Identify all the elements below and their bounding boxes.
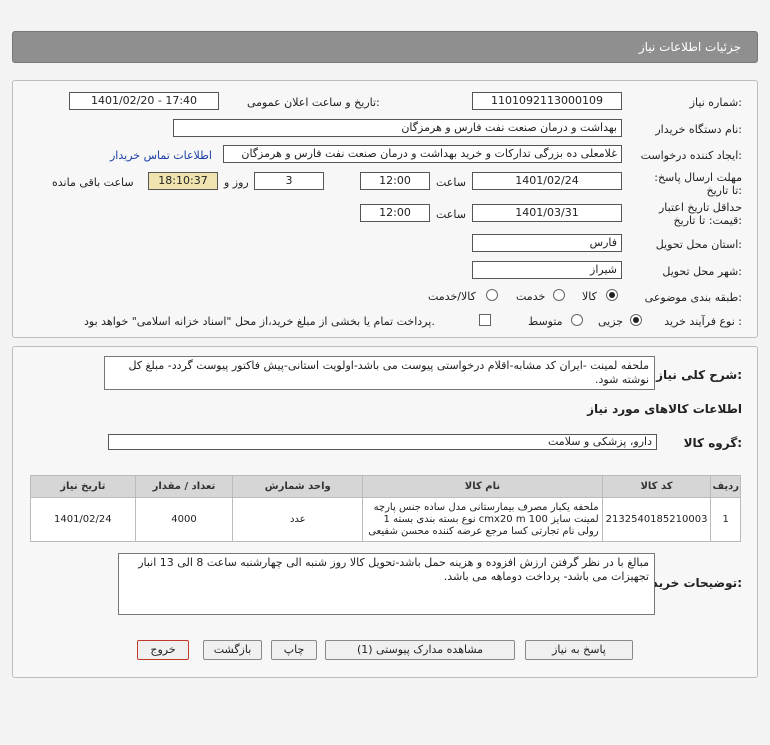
reply-time-field: 12:00 — [360, 172, 430, 190]
category-radio-service[interactable] — [553, 289, 565, 301]
col-unit: واحد شمارش — [232, 475, 364, 498]
province-label: استان محل تحویل: — [655, 238, 742, 251]
cell-code: 2132540185210003 — [601, 497, 712, 542]
validity-time-field: 12:00 — [360, 204, 430, 222]
need-number-field: 1101092113000109 — [472, 92, 622, 110]
summary-label: شرح کلی نیاز: — [656, 368, 742, 382]
goods-group-field: دارو، پزشکی و سلامت — [108, 434, 657, 450]
back-button[interactable]: بازگشت — [203, 640, 262, 660]
city-field: شیراز — [472, 261, 622, 279]
creator-label: ایجاد کننده درخواست: — [640, 149, 742, 162]
cell-row: 1 — [710, 497, 741, 542]
summary-text: ملحفه لمینت -ایران کد مشابه-اقلام درخواس… — [104, 356, 655, 390]
exit-button[interactable]: خروج — [137, 640, 189, 660]
goods-group-label: گروه کالا: — [683, 436, 742, 450]
category-radio-goods-service[interactable] — [486, 289, 498, 301]
cell-unit: عدد — [232, 497, 364, 542]
col-date: تاریخ نیاز — [30, 475, 136, 498]
category-label: طبقه بندی موضوعی: — [644, 291, 742, 304]
reply-time-label: ساعت — [436, 176, 466, 189]
category-option-goods: کالا — [582, 290, 597, 303]
announce-label: تاریخ و ساعت اعلان عمومی: — [247, 96, 380, 109]
city-label: شهر محل تحویل: — [662, 265, 742, 278]
days-label: روز و — [224, 176, 249, 189]
print-button[interactable]: چاپ — [271, 640, 317, 660]
cell-qty: 4000 — [134, 497, 234, 542]
remaining-label: ساعت باقی مانده — [52, 176, 134, 189]
buyer-org-field: بهداشت و درمان صنعت نفت فارس و هرمزگان — [173, 119, 622, 137]
remaining-time-field: 18:10:37 — [148, 172, 218, 190]
col-code: کد کالا — [601, 475, 712, 498]
cell-date: 1401/02/24 — [30, 497, 136, 542]
goods-section-title: اطلاعات کالاهای مورد نیاز — [587, 402, 742, 416]
process-radio-medium[interactable] — [571, 314, 583, 326]
view-documents-button[interactable]: مشاهده مدارک پیوستی (1) — [325, 640, 515, 660]
process-option-minor: جزیی — [598, 315, 624, 328]
buyer-notes-text: مبالغ با در نظر گرفتن ارزش افزوده و هزین… — [118, 553, 655, 615]
treasury-payment-note: پرداخت تمام یا بخشی از مبلغ خرید،از محل … — [84, 315, 435, 328]
validity-date-field: 1401/03/31 — [472, 204, 622, 222]
goods-table: ردیف کد کالا نام کالا واحد شمارش تعداد /… — [30, 475, 741, 542]
treasury-payment-checkbox[interactable] — [479, 314, 491, 326]
table-row: 1 2132540185210003 ملحفه یکبار مصرف بیما… — [30, 497, 741, 542]
reply-button[interactable]: پاسخ به نیاز — [525, 640, 633, 660]
buyer-org-label: نام دستگاه خریدار: — [655, 123, 742, 136]
days-field: 3 — [254, 172, 324, 190]
min-validity-label: حداقل تاریخ اعتبار قیمت: تا تاریخ: — [658, 201, 742, 227]
goods-table-header: ردیف کد کالا نام کالا واحد شمارش تعداد /… — [30, 475, 741, 498]
process-label: نوع فرآیند خرید : — [664, 315, 742, 328]
reply-deadline-label: مهلت ارسال پاسخ: تا تاریخ: — [654, 171, 742, 197]
process-radio-minor[interactable] — [630, 314, 642, 326]
col-qty: تعداد / مقدار — [134, 475, 234, 498]
process-option-medium: متوسط — [528, 315, 563, 328]
contact-buyer-link[interactable]: اطلاعات تماس خریدار — [110, 149, 212, 162]
province-field: فارس — [472, 234, 622, 252]
category-option-goods-service: کالا/خدمت — [428, 290, 476, 303]
need-number-label: شماره نیاز: — [689, 96, 742, 109]
category-radio-goods[interactable] — [606, 289, 618, 301]
reply-date-field: 1401/02/24 — [472, 172, 622, 190]
cell-name: ملحفه یکبار مصرف بیمارستانی مدل ساده جنس… — [362, 497, 603, 542]
page-title: جزئیات اطلاعات نیاز — [638, 40, 741, 54]
creator-field: غلامعلی ده بزرگی تدارکات و خرید بهداشت و… — [223, 145, 622, 163]
col-name: نام کالا — [362, 475, 603, 498]
announce-field: 1401/02/20 - 17:40 — [69, 92, 219, 110]
validity-time-label: ساعت — [436, 208, 466, 221]
buyer-notes-label: توضیحات خریدار: — [640, 576, 742, 590]
category-option-service: خدمت — [516, 290, 546, 303]
col-row: ردیف — [710, 475, 741, 498]
page-title-bar: جزئیات اطلاعات نیاز — [12, 31, 758, 63]
